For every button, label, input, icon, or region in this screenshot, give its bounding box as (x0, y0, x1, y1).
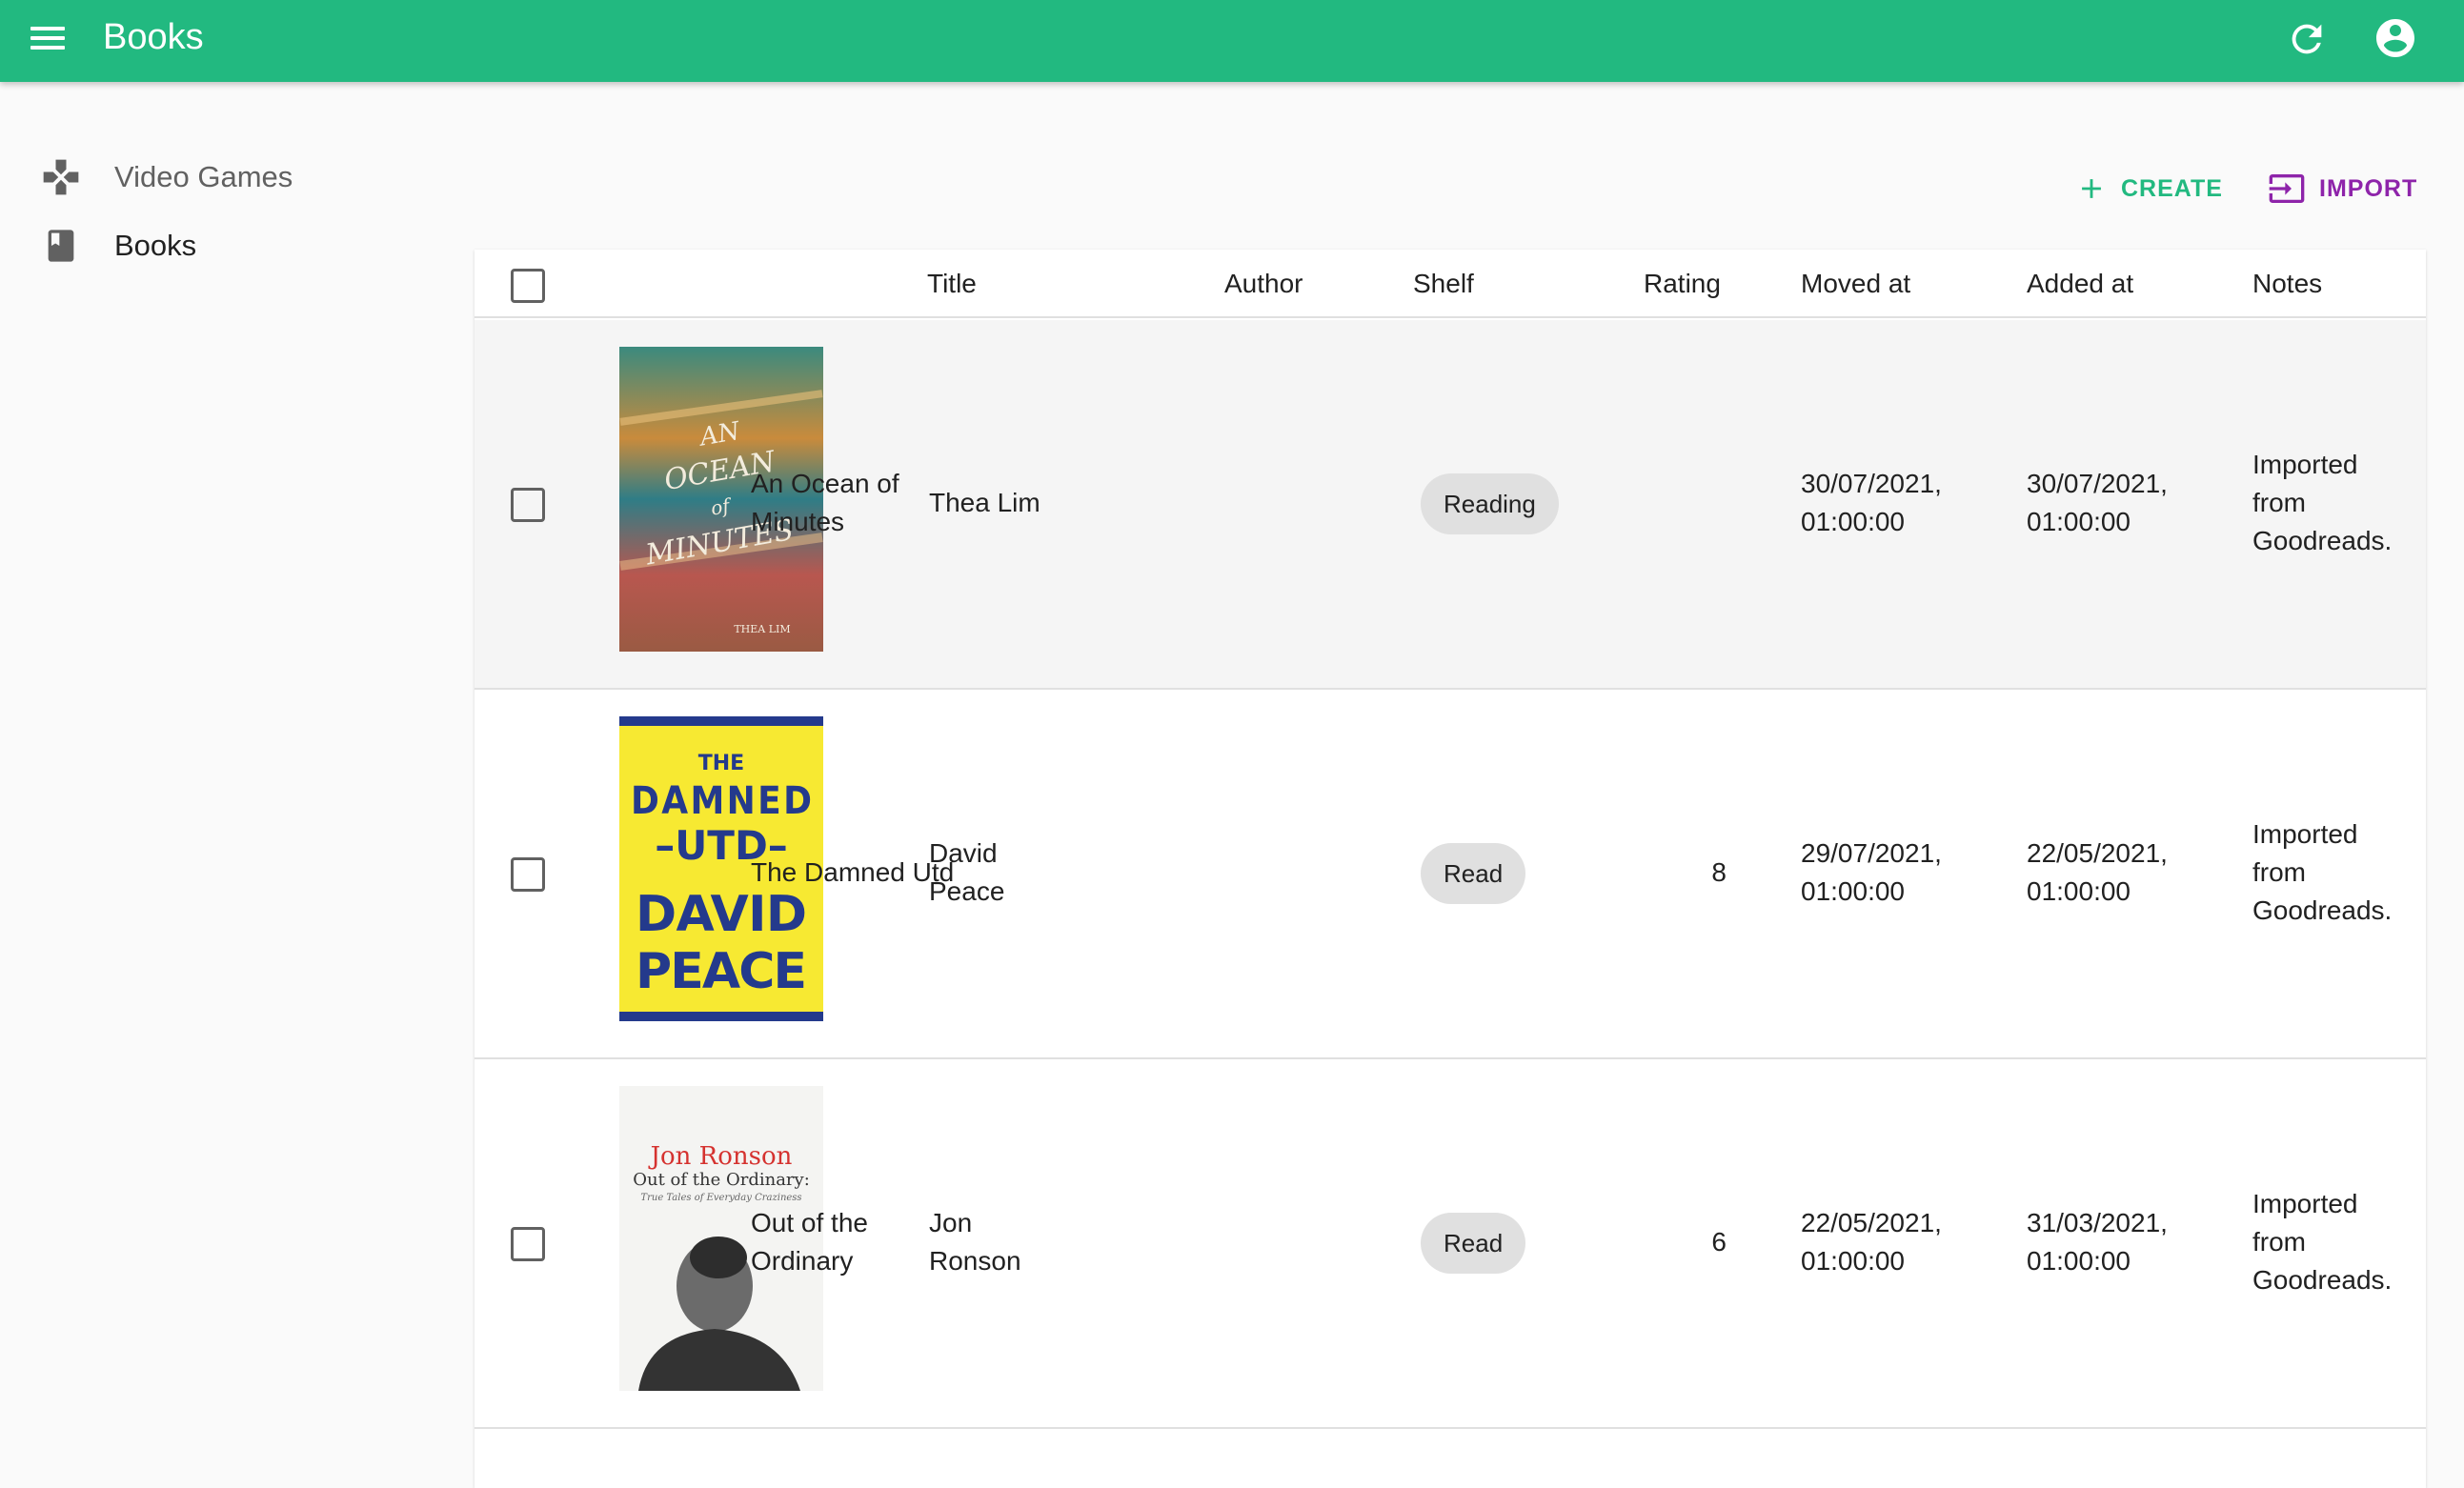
table-row[interactable]: Jon Ronson Out of the Ordinary: True Tal… (475, 1059, 2426, 1429)
column-header-notes[interactable]: Notes (2252, 267, 2322, 301)
title-cell: An Ocean of Minutes (751, 469, 899, 536)
author-cell: Thea Lim (929, 488, 1040, 517)
create-button[interactable]: CREATE (2075, 162, 2223, 215)
rating-cell: 6 (1711, 1227, 1727, 1257)
table-header: Title Author Shelf Rating Moved at Added… (475, 250, 2426, 318)
page-title: Books (103, 17, 204, 57)
sidebar: Video Games Books (0, 82, 467, 1442)
column-header-title[interactable]: Title (927, 267, 977, 301)
added-at-cell: 31/03/2021, 01:00:00 (2027, 1208, 2168, 1276)
cover-author: PEACE (636, 943, 807, 1000)
row-checkbox[interactable] (511, 488, 545, 522)
import-label: IMPORT (2319, 174, 2418, 202)
sidebar-item-label: Video Games (114, 160, 293, 193)
shelf-chip[interactable]: Reading (1421, 473, 1559, 534)
shelf-chip[interactable]: Read (1421, 843, 1526, 904)
column-header-added-at[interactable]: Added at (2027, 267, 2133, 301)
column-header-shelf[interactable]: Shelf (1413, 267, 1474, 301)
shelf-chip[interactable]: Read (1421, 1213, 1526, 1274)
menu-icon[interactable] (29, 19, 67, 57)
rating-cell: 8 (1711, 857, 1727, 887)
author-cell: Jon Ronson (929, 1208, 1021, 1276)
sidebar-item-books[interactable]: Books (38, 217, 196, 274)
cover-author: THEA LIM (734, 623, 790, 635)
cover-text: THE (698, 752, 744, 775)
table-row[interactable]: THE DAMNED –UTD– DAVID PEACE The Damned … (475, 690, 2426, 1059)
column-header-moved-at[interactable]: Moved at (1801, 267, 1910, 301)
import-button[interactable]: IMPORT (2268, 162, 2417, 215)
moved-at-cell: 29/07/2021, 01:00:00 (1801, 838, 1942, 906)
plus-icon (2082, 179, 2101, 198)
title-cell: The Damned Utd (751, 857, 955, 887)
notes-cell: Imported from Goodreads. (2252, 450, 2393, 555)
gamepad-icon (38, 154, 84, 200)
sidebar-item-label: Books (114, 229, 197, 262)
moved-at-cell: 30/07/2021, 01:00:00 (1801, 469, 1942, 536)
column-header-rating[interactable]: Rating (1644, 267, 1721, 301)
table-row[interactable]: AN OCEAN of MINUTES THEA LIM An Ocean of… (475, 320, 2426, 690)
refresh-icon[interactable] (2285, 17, 2329, 61)
create-label: CREATE (2121, 174, 2223, 202)
cover-text: Out of the Ordinary: (633, 1170, 810, 1190)
sidebar-item-video-games[interactable]: Video Games (38, 149, 293, 206)
cover-text: DAMNED (631, 779, 812, 823)
added-at-cell: 30/07/2021, 01:00:00 (2027, 469, 2168, 536)
moved-at-cell: 22/05/2021, 01:00:00 (1801, 1208, 1942, 1276)
row-checkbox[interactable] (511, 857, 545, 892)
added-at-cell: 22/05/2021, 01:00:00 (2027, 838, 2168, 906)
author-cell: David Peace (929, 838, 1005, 906)
row-checkbox[interactable] (511, 1227, 545, 1261)
import-icon (2269, 174, 2305, 203)
cover-text: True Tales of Everyday Craziness (640, 1193, 801, 1203)
select-all-checkbox[interactable] (511, 269, 545, 303)
notes-cell: Imported from Goodreads. (2252, 819, 2393, 925)
account-icon[interactable] (2373, 15, 2418, 61)
book-icon (38, 223, 84, 269)
cover-text: Jon Ronson (648, 1142, 793, 1171)
column-header-author[interactable]: Author (1224, 267, 1303, 301)
cover-text: DAVID (636, 886, 807, 943)
books-table: Title Author Shelf Rating Moved at Added… (475, 250, 2426, 1488)
title-cell: Out of the Ordinary (751, 1208, 868, 1276)
notes-cell: Imported from Goodreads. (2252, 1189, 2393, 1295)
app-bar: Books (0, 0, 2464, 82)
